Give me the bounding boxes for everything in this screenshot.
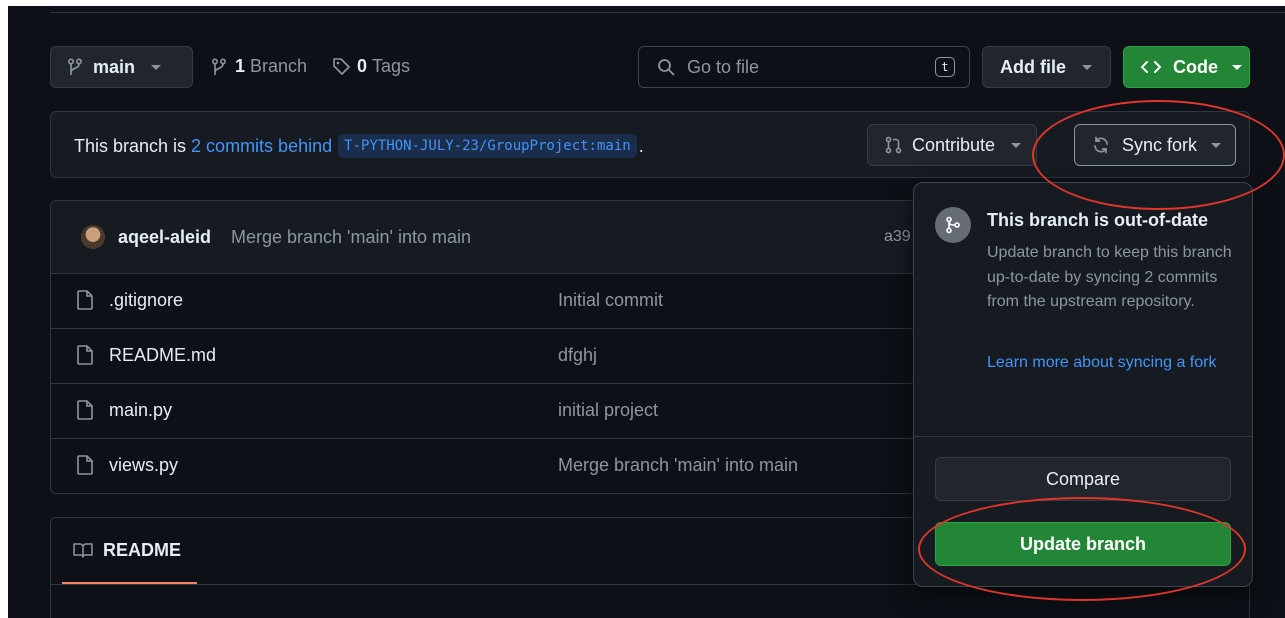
tags-label: Tags	[372, 56, 411, 76]
keyboard-shortcut-badge: t	[935, 57, 955, 77]
contribute-label: Contribute	[912, 134, 996, 155]
file-name[interactable]: views.py	[109, 455, 178, 476]
sync-icon	[1092, 136, 1110, 154]
book-icon	[73, 542, 93, 558]
fork-status-prefix: This branch is	[74, 135, 192, 156]
compare-label: Compare	[1045, 468, 1121, 489]
contribute-button[interactable]: Contribute	[867, 124, 1037, 166]
update-branch-label: Update branch	[1019, 533, 1147, 554]
update-branch-button[interactable]: Update branch	[935, 522, 1231, 566]
readme-tab[interactable]: README	[62, 518, 197, 584]
tags-link[interactable]: 0 Tags	[332, 56, 410, 77]
upstream-ref-badge[interactable]: T-PYTHON-JULY-23/GroupProject:main	[338, 134, 637, 158]
git-branch-icon	[67, 58, 83, 76]
file-name[interactable]: main.py	[109, 400, 172, 421]
file-icon	[77, 290, 93, 310]
chevron-down-icon	[1211, 142, 1222, 148]
pull-request-icon	[885, 136, 902, 154]
add-file-button[interactable]: Add file	[982, 46, 1111, 88]
fork-status-text: This branch is 2 commits behind T-PYTHON…	[74, 134, 644, 158]
branches-count: 1	[235, 56, 246, 76]
compare-button[interactable]: Compare	[935, 457, 1231, 501]
file-icon	[77, 455, 93, 475]
code-label: Code	[1173, 56, 1218, 77]
file-icon	[77, 400, 93, 420]
chevron-down-icon	[151, 64, 162, 70]
avatar[interactable]	[81, 225, 105, 249]
file-commit-message[interactable]: Merge branch 'main' into main	[558, 455, 798, 476]
file-commit-message[interactable]: initial project	[558, 400, 658, 421]
commit-message[interactable]: Merge branch 'main' into main	[231, 227, 471, 248]
branches-link[interactable]: 1 Branch	[211, 56, 307, 77]
add-file-label: Add file	[1000, 56, 1066, 77]
sync-fork-popover: This branch is out-of-date Update branch…	[913, 182, 1253, 587]
divider	[914, 436, 1252, 437]
commits-behind-link[interactable]: 2 commits behind	[191, 136, 332, 157]
file-name[interactable]: .gitignore	[109, 290, 183, 311]
chevron-down-icon	[1011, 142, 1022, 148]
sync-fork-button[interactable]: Sync fork	[1074, 124, 1236, 166]
chevron-down-icon	[1232, 64, 1242, 70]
popover-body: Update branch to keep this branch up-to-…	[987, 244, 1232, 310]
fork-status-suffix: .	[638, 135, 644, 156]
code-icon	[1141, 59, 1161, 75]
chevron-down-icon	[1082, 64, 1092, 70]
commit-hash[interactable]: a39	[884, 228, 911, 246]
search-icon	[657, 58, 675, 76]
branch-status-icon	[935, 207, 971, 243]
repo-page: main 1 Branch 0 Tags Go to file t Add fi…	[8, 6, 1285, 618]
file-commit-message[interactable]: Initial commit	[558, 290, 663, 311]
search-placeholder: Go to file	[687, 56, 760, 77]
code-button[interactable]: Code	[1123, 46, 1250, 88]
file-name[interactable]: README.md	[109, 345, 216, 366]
file-commit-message[interactable]: dfghj	[558, 345, 597, 366]
branch-name: main	[93, 56, 136, 77]
readme-tab-label: README	[103, 539, 182, 560]
divider	[50, 12, 1285, 13]
tag-icon	[332, 57, 351, 76]
learn-more-link[interactable]: Learn more about syncing a fork	[987, 351, 1227, 376]
fork-status-bar: This branch is 2 commits behind T-PYTHON…	[50, 111, 1250, 178]
git-branch-icon	[211, 57, 227, 76]
commit-author[interactable]: aqeel-aleid	[118, 227, 211, 248]
sync-fork-label: Sync fork	[1122, 134, 1198, 155]
branch-selector-button[interactable]: main	[50, 46, 193, 88]
branches-label: Branch	[250, 56, 308, 76]
popover-title: This branch is out-of-date	[987, 210, 1209, 230]
tags-count: 0	[357, 56, 368, 76]
file-icon	[77, 345, 93, 365]
go-to-file-search[interactable]: Go to file t	[638, 46, 970, 88]
